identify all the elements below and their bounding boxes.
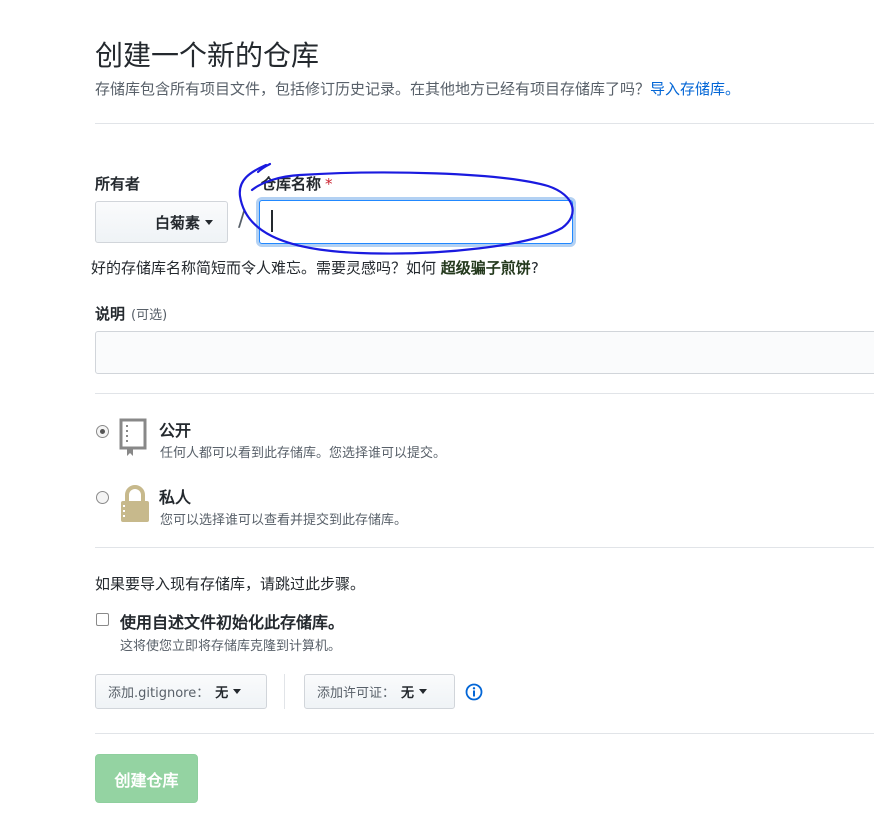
owner-repo-separator: /	[238, 207, 246, 232]
license-value: 无	[401, 686, 415, 701]
private-radio[interactable]	[96, 491, 109, 504]
public-radio[interactable]	[96, 425, 109, 438]
description-label: 说明 (可选)	[95, 303, 167, 324]
subtitle-text: 存储库包含所有项目文件，包括修订历史记录。在其他地方已经有项目存储库了吗？	[95, 80, 651, 98]
repo-book-icon	[119, 418, 147, 456]
init-readme-checkbox[interactable]	[96, 613, 109, 626]
divider	[95, 547, 874, 548]
lock-icon	[121, 485, 149, 522]
description-input[interactable]	[95, 331, 874, 374]
gitignore-value: 无	[215, 686, 229, 701]
repo-name-label-text: 仓库名称	[261, 175, 322, 193]
name-suggestion-link[interactable]: 超级骗子煎饼	[441, 259, 531, 277]
license-select[interactable]: 添加许可证： 无	[304, 674, 455, 709]
hint-end: ?	[530, 259, 539, 277]
repo-name-input[interactable]	[259, 200, 573, 244]
new-repo-form: 创建一个新的仓库 存储库包含所有项目文件，包括修订历史记录。在其他地方已经有项目…	[91, 0, 874, 835]
init-readme-label[interactable]: 使用自述文件初始化此存储库。	[120, 609, 344, 633]
public-title: 公开	[159, 421, 192, 440]
init-readme-desc: 这将使您立即将存储库克隆到计算机。	[120, 639, 342, 654]
caret-down-icon	[419, 689, 428, 694]
info-icon[interactable]	[465, 683, 483, 701]
license-label: 添加许可证：	[317, 686, 396, 701]
page-subtitle: 存储库包含所有项目文件，包括修订历史记录。在其他地方已经有项目存储库了吗？导入存…	[95, 78, 740, 99]
owner-select-button[interactable]: 白菊素	[95, 201, 228, 243]
owner-value: 白菊素	[154, 213, 200, 232]
text-cursor	[271, 210, 273, 232]
page-title: 创建一个新的仓库	[95, 39, 320, 72]
hint-text: 好的存储库名称简短而令人难忘。需要灵感吗？如何	[91, 259, 437, 277]
gitignore-label: 添加.gitignore：	[108, 686, 210, 701]
owner-label: 所有者	[95, 175, 141, 193]
skip-import-note: 如果要导入现有存储库，请跳过此步骤。	[95, 575, 366, 593]
repo-name-hint: 好的存储库名称简短而令人难忘。需要灵感吗？如何 超级骗子煎饼?	[91, 257, 539, 278]
optional-note: (可选)	[131, 308, 168, 323]
select-separator	[284, 674, 285, 709]
required-mark: *	[325, 175, 333, 193]
divider	[95, 733, 874, 734]
repo-name-label: 仓库名称 *	[261, 173, 333, 194]
private-title: 私人	[159, 488, 192, 507]
gitignore-select[interactable]: 添加.gitignore： 无	[95, 674, 267, 709]
divider	[95, 123, 874, 124]
caret-down-icon	[205, 219, 213, 225]
import-repo-link[interactable]: 导入存储库。	[650, 80, 740, 98]
description-label-text: 说明	[95, 305, 126, 323]
divider	[95, 393, 874, 394]
private-desc: 您可以选择谁可以查看并提交到此存储库。	[160, 513, 408, 528]
public-desc: 任何人都可以看到此存储库。您选择谁可以提交。	[160, 446, 447, 461]
create-repo-button[interactable]: 创建仓库	[95, 754, 198, 803]
caret-down-icon	[233, 689, 242, 694]
